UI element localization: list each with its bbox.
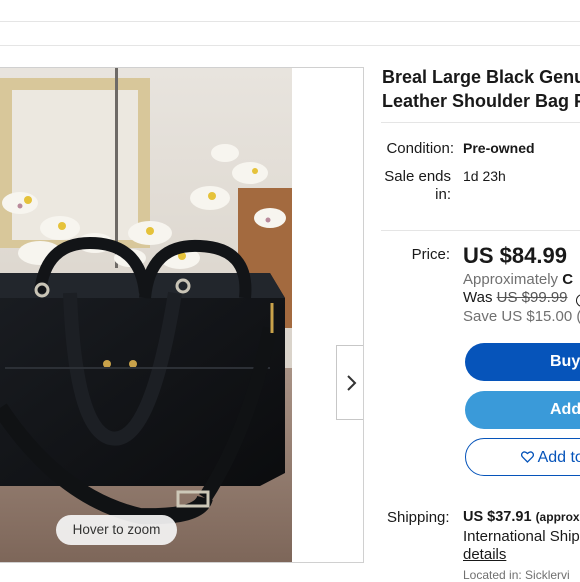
shipping-cost: US $37.91 [463,509,532,525]
add-to-cart-button[interactable]: Add [465,391,580,429]
add-to-watchlist-button[interactable]: Add to [465,438,580,476]
price-label: Price: [411,246,450,263]
approx-prefix: Approximately [463,271,559,288]
product-photo[interactable]: Hover to zoom [0,68,292,562]
title-line-2: Leather Shoulder Bag P [382,91,580,111]
sale-ends-label-line1: Sale ends [384,168,451,185]
chevron-right-icon [346,374,356,391]
condition-value: Pre-owned [463,140,535,156]
listing-title: Breal Large Black Genu Leather Shoulder … [382,65,580,113]
sale-ends-label-line2: in: [435,186,451,203]
image-gallery: Hover to zoom [0,67,364,563]
watch-label: Add to [537,449,580,466]
was-value: US $99.99 [496,289,568,306]
breadcrumb-divider [0,45,580,46]
bag-image [0,68,292,562]
header-divider [0,21,580,22]
shipping-method: International Ship [463,528,580,545]
shipping-value: US $37.91 (approx C [463,509,580,525]
sale-ends-value: 1d 23h [463,168,506,184]
info-icon[interactable]: i [575,294,580,307]
title-divider [381,122,580,123]
approx-price: Approximately C [463,271,573,288]
shipping-details-link[interactable]: details [463,546,506,563]
title-line-1: Breal Large Black Genu [382,67,580,87]
savings-text: Save US $15.00 (15 [463,308,580,325]
next-image-button[interactable] [336,345,363,420]
was-prefix: Was [463,289,493,306]
buy-it-now-button[interactable]: Buy [465,343,580,381]
was-price: Was US $99.99 i [463,289,580,307]
shipping-label: Shipping: [387,509,450,526]
shipping-approx: (approx C [535,510,580,524]
heart-icon [520,451,535,463]
condition-label: Condition: [386,140,454,157]
condition-divider [381,230,580,231]
hover-to-zoom-hint: Hover to zoom [56,515,177,545]
approx-value: C [562,271,574,288]
sale-ends-label: Sale ends in: [382,168,451,203]
price-value: US $84.99 [463,243,567,268]
